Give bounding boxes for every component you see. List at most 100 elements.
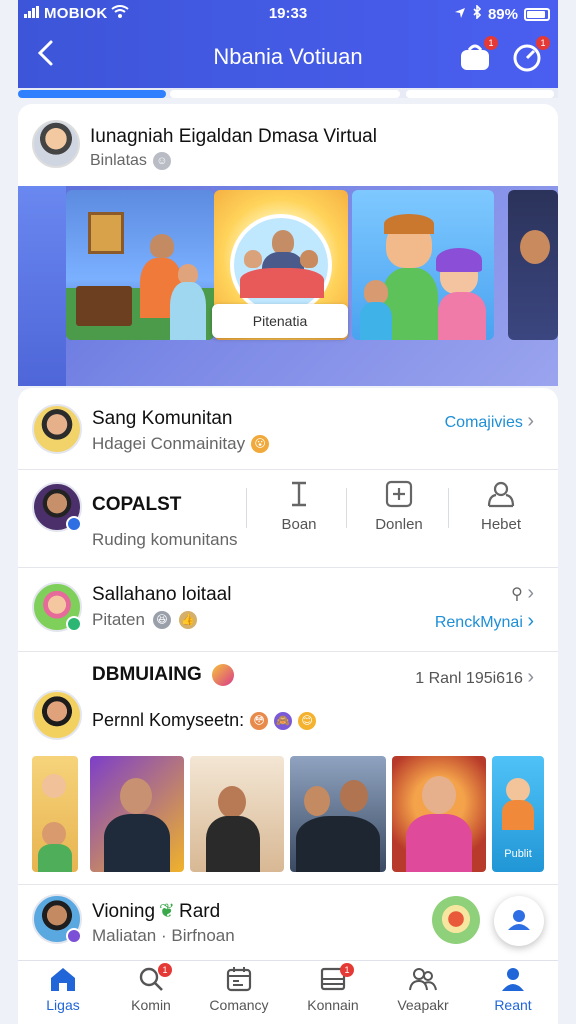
- section-meta-link[interactable]: 1 Ranl 195i616 ›: [415, 666, 534, 689]
- alerts-badge: 1: [536, 36, 550, 50]
- action-boan-button[interactable]: Boan: [254, 480, 344, 533]
- list-item-greeting[interactable]: Sallahano loitaal Pitaten 😆 👍 ⚲ › RenckM…: [18, 568, 558, 652]
- divider: [346, 488, 347, 528]
- viewing-title: Vioning: [92, 900, 156, 922]
- nav-search[interactable]: 1 Komin: [106, 963, 196, 1013]
- emoji-icon: 👍: [178, 611, 197, 629]
- nav-search-badge: 1: [158, 963, 172, 977]
- person-shirt: [206, 816, 260, 872]
- person-head: [364, 280, 388, 304]
- emoji-icon: 😆: [152, 611, 171, 629]
- tab-indicator[interactable]: [406, 90, 554, 98]
- tab-indicator-strip: [18, 88, 558, 98]
- community-subtitle-row: Hdagei Conmainitay 😮: [92, 434, 270, 454]
- featured-subtitle: Binlatas: [90, 152, 147, 169]
- gallery-thumb[interactable]: [392, 756, 486, 872]
- list-item-room[interactable]: COPALST Ruding komunitans Boan Donlen He…: [18, 470, 558, 568]
- chevron-right-icon: ›: [527, 610, 534, 632]
- search-icon: 1: [106, 963, 196, 995]
- viewing-title-row[interactable]: Vioning ❦ Rard: [92, 900, 220, 923]
- community-link[interactable]: Comajivies ›: [445, 410, 534, 433]
- emoji-icon: 😮: [251, 435, 270, 453]
- viewing-subtitle: Maliatan · Birfnoan: [92, 926, 235, 945]
- action-boan-label: Boan: [281, 516, 317, 533]
- greeting-share-button[interactable]: ⚲ ›: [511, 582, 534, 605]
- greeting-subtitle: Pitaten: [92, 610, 145, 629]
- featured-card[interactable]: Iunagniah Eigaldan Dmasa Virtual Binlata…: [18, 104, 558, 386]
- person-shirt: [296, 816, 380, 872]
- nav-inbox[interactable]: 1 Konnain: [288, 963, 378, 1013]
- personal-row[interactable]: Pernnl Komyseetn: 😳 🙈 😊: [92, 710, 317, 731]
- action-hebet-button[interactable]: Hebet: [456, 480, 546, 533]
- chevron-right-icon: ›: [527, 666, 534, 688]
- chevron-right-icon: ›: [527, 410, 534, 432]
- sticker-avatar[interactable]: [432, 896, 480, 944]
- greeting-link[interactable]: RenckMynai ›: [435, 610, 534, 633]
- home-icon: [18, 965, 108, 995]
- action-donlen-button[interactable]: Donlen: [354, 480, 444, 533]
- person-head: [42, 774, 66, 798]
- bottom-navigation: Ligas 1 Komin Comancy 1 Konnain Veapakr …: [18, 960, 558, 1024]
- profile-icon: [468, 965, 558, 995]
- nav-people-label: Veapakr: [397, 997, 449, 1013]
- media-gallery: Publit: [32, 756, 548, 874]
- gallery-thumb[interactable]: [32, 756, 78, 872]
- avatar[interactable]: [32, 690, 82, 740]
- nav-calendar[interactable]: Comancy: [194, 965, 284, 1013]
- app-bar: Nbania Votiuan 1 1: [18, 30, 558, 86]
- person-shirt: [438, 292, 486, 340]
- emoji-icon: ☺: [152, 152, 171, 170]
- inbox-icon: 1: [288, 963, 378, 995]
- tab-indicator-active[interactable]: [18, 90, 166, 98]
- avatar[interactable]: [32, 404, 82, 454]
- community-list-card: Sang Komunitan Hdagei Conmainitay 😮 Coma…: [18, 388, 558, 962]
- person-shirt: [360, 302, 392, 340]
- gallery-thumb[interactable]: [290, 756, 386, 872]
- banner-rail: [18, 186, 66, 386]
- room-title: COPALST: [92, 494, 182, 515]
- nav-calendar-label: Comancy: [209, 997, 269, 1013]
- alerts-button[interactable]: 1: [510, 36, 550, 76]
- notification-badge: 1: [484, 36, 498, 50]
- status-bar: MOBIOK 19:33 89%: [18, 0, 558, 28]
- nav-home-label: Ligas: [46, 997, 80, 1013]
- greeting-title: Sallahano loitaal: [92, 584, 232, 605]
- person-head: [218, 786, 246, 818]
- community-subtitle: Hdagei Conmainitay: [92, 434, 246, 453]
- personal-title: Pernnl Komyseetn:: [92, 710, 245, 730]
- list-item-community[interactable]: Sang Komunitan Hdagei Conmainitay 😮 Coma…: [18, 388, 558, 470]
- status-badge: [66, 928, 82, 944]
- action-hebet-label: Hebet: [480, 516, 522, 533]
- action-donlen-label: Donlen: [375, 516, 423, 533]
- greeting-link-label: RenckMynai: [434, 614, 523, 631]
- nav-people[interactable]: Veapakr: [378, 965, 468, 1013]
- nav-inbox-badge: 1: [340, 963, 354, 977]
- banner-image-classroom: [66, 190, 214, 340]
- person-head: [340, 780, 368, 812]
- tab-indicator[interactable]: [170, 90, 400, 98]
- chevron-right-icon: ›: [527, 582, 534, 604]
- location-icon: [454, 6, 466, 23]
- gallery-thumb[interactable]: [190, 756, 284, 872]
- nav-home[interactable]: Ligas: [18, 965, 108, 1013]
- avatar[interactable]: [32, 120, 80, 168]
- person-head: [272, 230, 294, 254]
- gallery-thumb[interactable]: Publit: [492, 756, 544, 872]
- status-badge: [66, 616, 82, 632]
- banner-image-dark: [508, 190, 558, 340]
- nav-profile[interactable]: Reant: [468, 965, 558, 1013]
- banner-chip[interactable]: Pitenatia: [212, 304, 348, 338]
- person-icon: [508, 910, 530, 930]
- gallery-thumb[interactable]: [90, 756, 184, 872]
- person-shirt: [38, 844, 72, 872]
- hair: [436, 248, 482, 272]
- emoji-icon: 😊: [298, 711, 317, 730]
- featured-banner[interactable]: Pitenatia: [18, 186, 558, 386]
- notifications-button[interactable]: 1: [458, 36, 498, 76]
- community-link-label: Comajivies: [444, 414, 523, 431]
- section-meta: 1 Ranl 195i616: [415, 670, 523, 687]
- profile-fab-button[interactable]: [494, 896, 544, 946]
- battery-percent: 89%: [487, 5, 518, 23]
- section-heading: DBMUIAING: [92, 664, 202, 685]
- person-head: [120, 778, 152, 814]
